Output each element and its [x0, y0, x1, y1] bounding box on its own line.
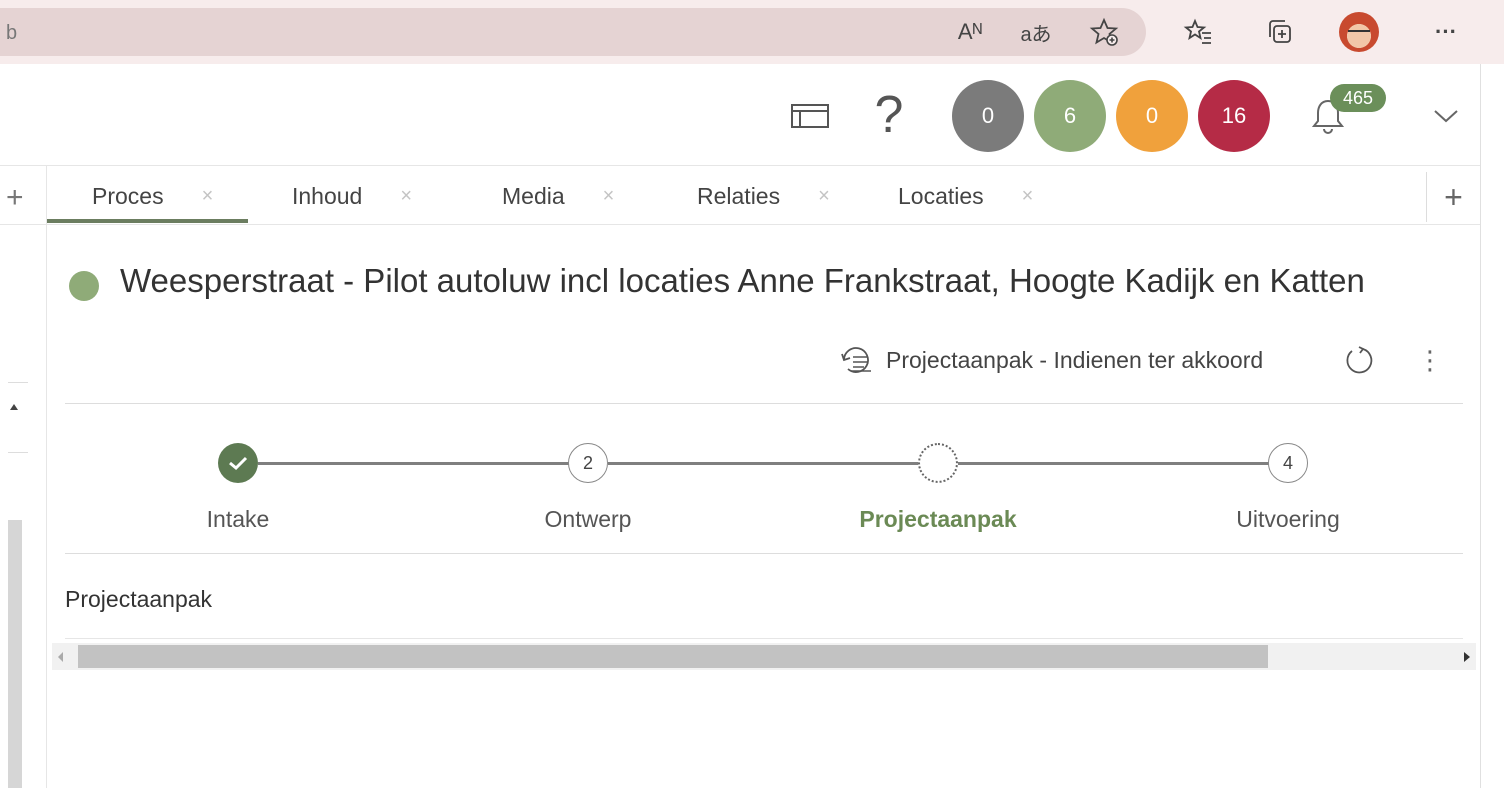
tab-label: Locaties — [898, 182, 984, 209]
close-icon[interactable]: × — [202, 185, 214, 208]
step-projectaanpak-node[interactable] — [918, 443, 958, 483]
step-label-uitvoering[interactable]: Uitvoering — [1188, 506, 1388, 533]
step-number: 4 — [1282, 452, 1293, 473]
refresh-icon[interactable] — [1341, 342, 1377, 378]
step-connector — [608, 462, 920, 465]
right-panel-edge — [1480, 64, 1504, 788]
horizontal-scrollbar[interactable] — [52, 643, 1476, 670]
divider — [65, 553, 1463, 554]
translate-glyph: aあ — [1020, 23, 1052, 46]
divider — [65, 403, 1463, 404]
more-vertical-icon[interactable]: ⋮ — [1417, 342, 1443, 378]
close-icon[interactable]: × — [603, 185, 615, 208]
page-title: Weesperstraat - Pilot autoluw incl locat… — [120, 262, 1365, 299]
counter-orange[interactable]: 0 — [1116, 80, 1188, 152]
counter-value: 16 — [1221, 103, 1247, 128]
workflow-status[interactable]: Projectaanpak - Indienen ter akkoord — [838, 340, 1263, 380]
add-tab-left-button[interactable]: + — [6, 181, 24, 215]
tab-locaties[interactable]: Locaties × — [898, 167, 1033, 225]
notifications-badge: 465 — [1330, 84, 1386, 112]
step-connector — [958, 462, 1270, 465]
read-aloud-glyph: Aᴺ — [957, 19, 983, 44]
left-scrollbar-thumb[interactable] — [8, 520, 22, 788]
counter-value: 0 — [981, 103, 995, 128]
add-tab-button[interactable]: + — [1426, 172, 1480, 222]
step-connector — [258, 462, 570, 465]
layout-panel-icon[interactable] — [788, 96, 832, 136]
workflow-status-text: Projectaanpak - Indienen ter akkoord — [886, 346, 1264, 373]
horizontal-scrollbar-thumb[interactable] — [78, 645, 1268, 668]
more-glyph: ··· — [1435, 19, 1457, 44]
workflow-status-icon — [838, 343, 876, 377]
tab-proces[interactable]: Proces × — [92, 167, 213, 225]
project-status-dot — [69, 271, 99, 301]
step-intake-node[interactable] — [218, 443, 258, 483]
left-divider — [8, 452, 28, 453]
step-uitvoering-node[interactable]: 4 — [1268, 443, 1308, 483]
step-label-ontwerp[interactable]: Ontwerp — [488, 506, 688, 533]
check-icon — [229, 456, 248, 471]
collections-icon[interactable] — [1262, 14, 1298, 50]
help-glyph: ? — [874, 86, 904, 144]
address-text: b — [6, 22, 18, 44]
scroll-right-icon[interactable] — [1464, 652, 1470, 662]
step-label-projectaanpak[interactable]: Projectaanpak — [838, 506, 1038, 533]
step-number: 2 — [582, 452, 593, 473]
help-icon[interactable]: ? — [866, 84, 912, 146]
more-icon[interactable]: ··· — [1428, 14, 1464, 50]
counter-value: 6 — [1063, 103, 1077, 128]
add-favorite-icon[interactable] — [1086, 14, 1122, 50]
tab-bar: + Proces × Inhoud × Media × Relaties × Locat… — [0, 167, 1480, 225]
tab-label: Proces — [92, 182, 164, 209]
profile-avatar[interactable] — [1339, 12, 1379, 52]
left-divider — [8, 382, 28, 383]
close-icon[interactable]: × — [818, 185, 830, 208]
close-icon[interactable]: × — [1022, 185, 1034, 208]
scroll-left-icon[interactable] — [58, 652, 63, 662]
translate-icon[interactable]: aあ — [1018, 14, 1054, 50]
favorites-icon[interactable] — [1180, 14, 1216, 50]
read-aloud-icon[interactable]: Aᴺ — [952, 14, 988, 50]
section-heading: Projectaanpak — [65, 586, 213, 612]
counter-value: 0 — [1145, 103, 1159, 128]
tab-label: Inhoud — [292, 182, 363, 209]
step-label-intake[interactable]: Intake — [138, 506, 338, 533]
tab-media[interactable]: Media × — [502, 167, 614, 225]
active-tab-indicator — [47, 219, 248, 223]
left-scroll-up-icon[interactable] — [10, 404, 18, 410]
divider — [65, 638, 1463, 639]
chevron-down-icon[interactable] — [1430, 100, 1462, 132]
counter-red[interactable]: 16 — [1198, 80, 1270, 152]
counter-green[interactable]: 6 — [1034, 80, 1106, 152]
browser-toolbar: b Aᴺ aあ ··· — [0, 0, 1504, 64]
step-ontwerp-node[interactable]: 2 — [568, 443, 608, 483]
tab-relaties[interactable]: Relaties × — [697, 167, 830, 225]
tab-label: Media — [502, 182, 565, 209]
tab-inhoud[interactable]: Inhoud × — [292, 167, 412, 225]
tab-label: Relaties — [697, 182, 781, 209]
close-icon[interactable]: × — [400, 185, 412, 208]
counter-grey[interactable]: 0 — [952, 80, 1024, 152]
